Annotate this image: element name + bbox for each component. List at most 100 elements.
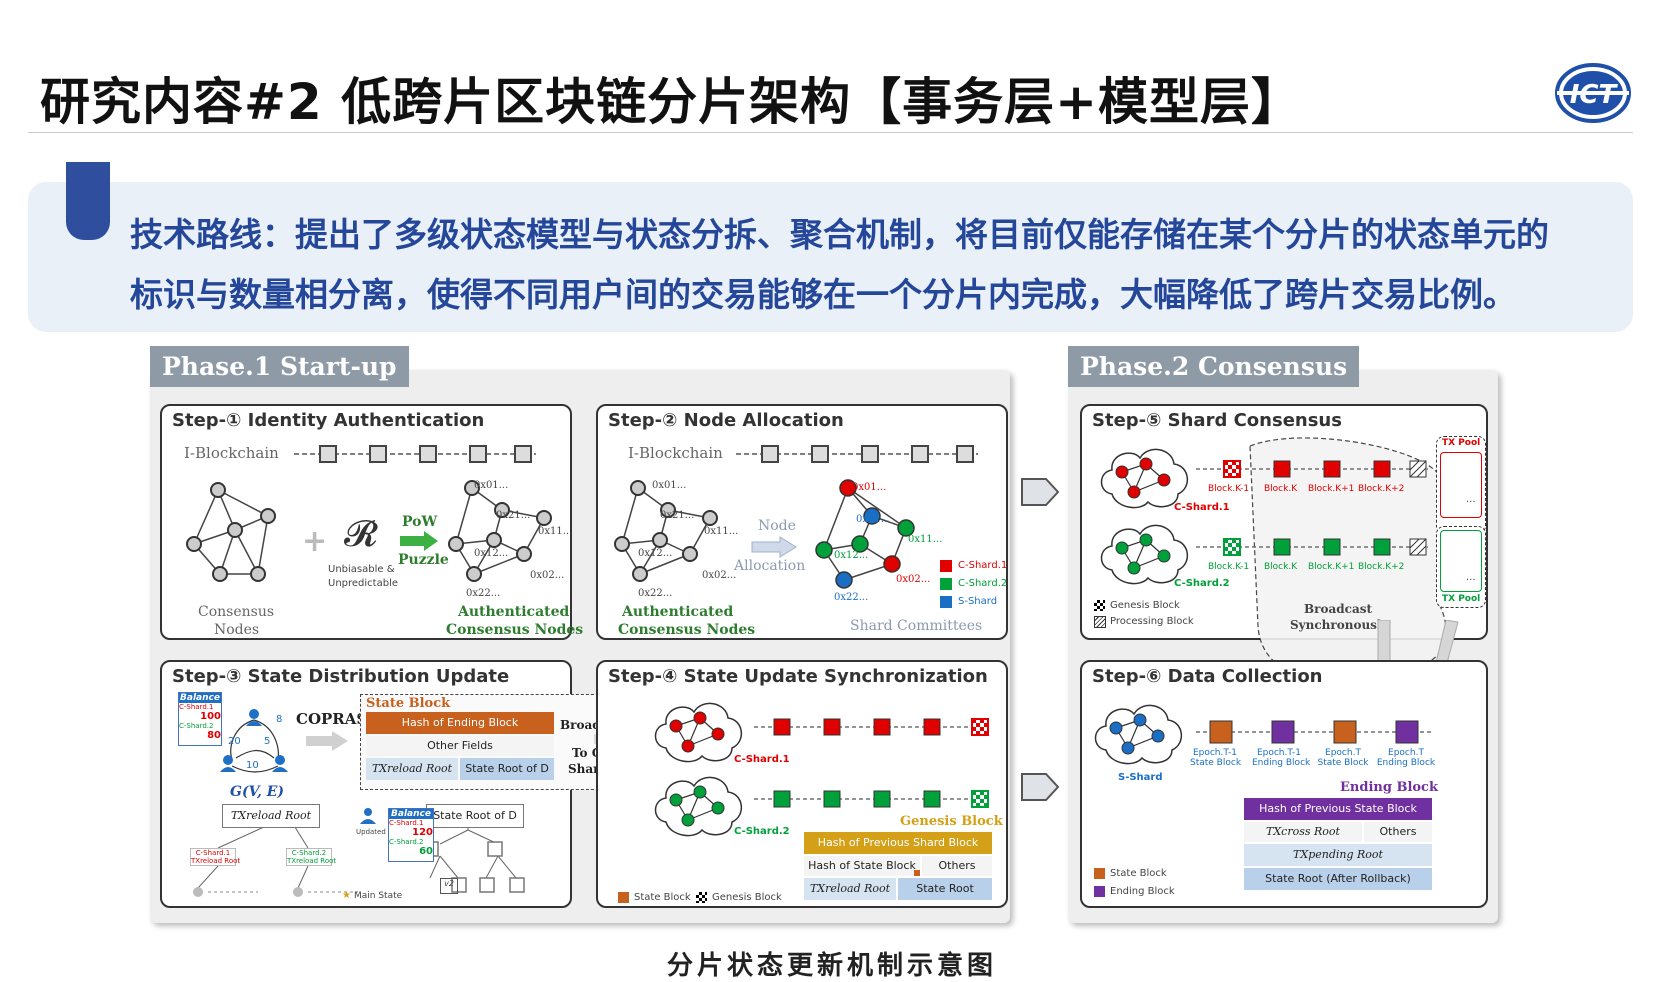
v2-node: v2 xyxy=(440,878,458,894)
hash-ending-block-row: Hash of Ending Block xyxy=(366,712,554,734)
legend-genesis-swatch-2 xyxy=(1094,600,1105,611)
step1-id-5: 0x22... xyxy=(466,588,501,599)
step2-shard-id-0: 0x01... xyxy=(852,482,887,493)
step4-cshard1-cloud xyxy=(654,702,742,763)
epoch-label-2-a: Epoch.T xyxy=(1325,748,1361,758)
step1-iblockchain-label: I-Blockchain xyxy=(184,444,279,462)
step2-shard-id-2: 0x11... xyxy=(908,534,943,545)
legend-state-block-swatch-2 xyxy=(1094,868,1105,879)
step2-shard-id-3: 0x12... xyxy=(834,550,869,561)
hash-state-orange-marker xyxy=(914,870,920,876)
step6-others-cell: Others xyxy=(1364,822,1432,842)
allocation-arrow-icon xyxy=(751,536,797,558)
step4-state-root-cell: State Root xyxy=(898,878,992,900)
step1-id-1: 0x21... xyxy=(496,510,531,521)
step2-shard-id-1: 0x21... xyxy=(856,514,891,525)
legend-cshard2: C-Shard.2 xyxy=(958,578,1008,589)
copras-label: COPRAS xyxy=(296,710,368,728)
pow-arrow-icon xyxy=(400,531,438,551)
main-state-star-icon: ★ xyxy=(342,890,351,901)
step4-others-cell: Others xyxy=(922,856,992,876)
step2-id-2: 0x11... xyxy=(704,526,739,537)
step2-title: Step-② Node Allocation xyxy=(608,410,844,431)
edge-num-10: 10 xyxy=(246,760,259,771)
step5-block-k-1: Block.K-1 xyxy=(1208,484,1250,494)
updated-balance-v120: 120 xyxy=(412,827,433,838)
phase2-tab: Phase.2 Consensus xyxy=(1068,346,1360,387)
step4-title: Step-④ State Update Synchronization xyxy=(608,666,988,687)
legend-genesis-2: Genesis Block xyxy=(1110,600,1180,611)
txpending-root-row: TXpending Root xyxy=(1244,844,1432,866)
edge-num-20: 20 xyxy=(228,736,241,747)
step2-iblockchain-chain xyxy=(736,445,978,463)
tree-leaf-1-line2: TXreload Root xyxy=(191,857,241,865)
epoch-label-2-b: State Block xyxy=(1317,758,1369,768)
epoch-label-3-a: Epoch.T xyxy=(1388,748,1424,758)
legend-cshard1: C-Shard.1 xyxy=(958,560,1008,571)
updated-balance-cs1: C-Shard.1 xyxy=(389,819,424,827)
epoch-label-1-a: Epoch.T-1 xyxy=(1256,748,1302,758)
step5-block-k+2: Block.K+2 xyxy=(1358,484,1405,494)
other-fields-row: Other Fields xyxy=(366,736,554,756)
step5-g-block-k: Block.K xyxy=(1264,562,1298,572)
updated-balance-card: Balance C-Shard.1 120 C-Shard.2 60 xyxy=(388,808,434,862)
step1-id-4: 0x02... xyxy=(530,570,565,581)
legend-ending-block: Ending Block xyxy=(1110,886,1175,897)
edge-num-8: 8 xyxy=(276,714,283,725)
route-line-2: 标识与数量相分离，使得不同用户间的交易能够在一个分片内完成，大幅降低了跨片交易比… xyxy=(130,275,1516,314)
step2-consensus-nodes: Consensus Nodes xyxy=(618,622,756,638)
step6-sshard-label: S-Shard xyxy=(1118,772,1163,783)
epoch-label-0: Epoch.T-1 State Block xyxy=(1190,748,1242,768)
route-bookmark xyxy=(66,162,110,240)
step2-iblockchain-label: I-Blockchain xyxy=(628,444,723,462)
phase-arrow-bottom xyxy=(1021,773,1060,801)
phase-arrow-top xyxy=(1021,478,1060,506)
step1-authenticated: Authenticated xyxy=(458,604,570,620)
tx-pool-red-inner xyxy=(1440,452,1482,518)
node-label: Node xyxy=(758,518,796,534)
state-root-d-cell: State Root of D xyxy=(460,758,554,780)
tx-pool-red-dots: ... xyxy=(1466,494,1476,505)
step5-cshard1-chain xyxy=(1196,460,1428,478)
legend-cshard1-swatch xyxy=(940,560,952,572)
step4-genesis-title: Genesis Block xyxy=(900,814,1003,829)
step3-title: Step-③ State Distribution Update xyxy=(172,666,510,687)
title-divider xyxy=(28,132,1633,133)
step2-id-4: 0x02... xyxy=(702,570,737,581)
epoch-label-0-b: State Block xyxy=(1190,758,1242,768)
tree-root-txreload: TXreload Root xyxy=(222,804,320,828)
step1-nodes-label: Nodes xyxy=(214,622,260,638)
legend-sshard-swatch xyxy=(940,596,952,608)
step1-id-0: 0x01... xyxy=(474,480,509,491)
random-r-symbol: 𝓡 xyxy=(344,514,378,555)
step1-consensus-graph xyxy=(186,482,276,582)
phase1-tab: Phase.1 Start-up xyxy=(150,346,409,387)
legend-ending-block-swatch xyxy=(1094,886,1105,897)
tree-leaf-1: C-Shard.1 TXreload Root xyxy=(190,848,241,866)
step1-id-2: 0x11... xyxy=(538,526,573,537)
updated-balance-cs2: C-Shard.2 xyxy=(389,838,424,846)
shard-committees-label: Shard Committees xyxy=(850,618,983,634)
updated-label: Updated xyxy=(356,828,386,836)
state-root-after-row: State Root (After Rollback) xyxy=(1244,868,1432,890)
balance-header: Balance xyxy=(179,693,221,703)
step1-id-3: 0x12... xyxy=(474,548,509,559)
step1-title: Step-① Identity Authentication xyxy=(172,410,485,431)
unpredictable-label: Unpredictable xyxy=(328,578,398,589)
epoch-label-2: Epoch.T State Block xyxy=(1316,748,1370,768)
step2-authenticated: Authenticated xyxy=(622,604,734,620)
step5-cshard2-label: C-Shard.2 xyxy=(1174,578,1230,589)
legend-sshard: S-Shard xyxy=(958,596,998,607)
step1-consensus-nodes: Consensus Nodes xyxy=(446,622,584,638)
hash-prev-shard-row: Hash of Previous Shard Block xyxy=(804,832,992,854)
epoch-label-3: Epoch.T Ending Block xyxy=(1376,748,1436,768)
epoch-label-1-b: Ending Block xyxy=(1252,758,1311,768)
step5-g-block-k+2: Block.K+2 xyxy=(1358,562,1405,572)
step5-g-block-k-1: Block.K-1 xyxy=(1208,562,1250,572)
ict-logo: ICT xyxy=(1555,63,1631,123)
allocation-label: Allocation xyxy=(734,558,806,574)
puzzle-label: Puzzle xyxy=(398,552,449,568)
updated-user-icon xyxy=(360,808,376,824)
step2-shard-id-5: 0x22... xyxy=(834,592,869,603)
step1-consensus-label: Consensus xyxy=(198,604,275,620)
